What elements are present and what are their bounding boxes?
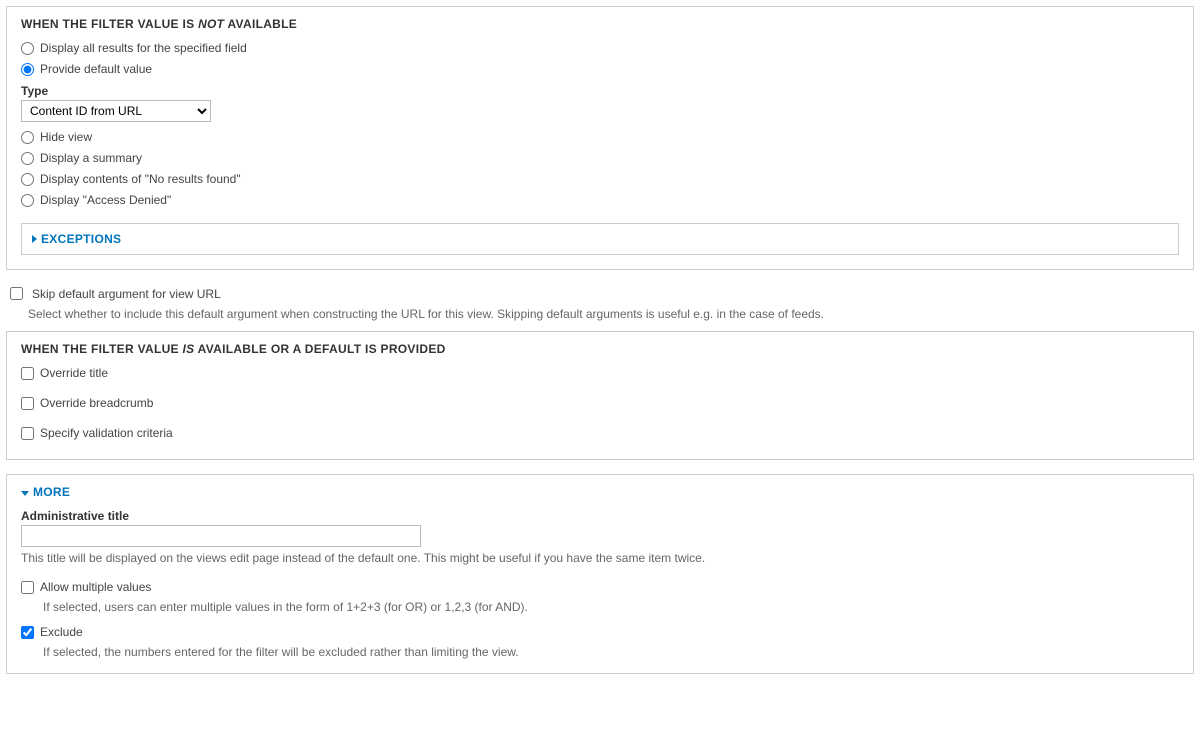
override-breadcrumb-label: Override breadcrumb — [40, 394, 153, 412]
radio-display-noresults-label: Display contents of "No results found" — [40, 170, 241, 188]
radio-provide-default-label: Provide default value — [40, 60, 152, 78]
filter-is-available-panel: WHEN THE FILTER VALUE IS AVAILABLE OR A … — [6, 331, 1194, 460]
allow-multiple-checkbox[interactable] — [21, 581, 34, 594]
radio-hide-view[interactable] — [21, 131, 34, 144]
heading-emphasis: NOT — [198, 17, 224, 31]
override-title-checkbox[interactable] — [21, 367, 34, 380]
override-title-label: Override title — [40, 364, 108, 382]
heading-emphasis: IS — [182, 342, 194, 356]
radio-display-access-denied-label: Display "Access Denied" — [40, 191, 171, 209]
chevron-down-icon — [21, 485, 29, 499]
heading-suffix: AVAILABLE OR A DEFAULT IS PROVIDED — [194, 342, 445, 356]
skip-default-row: Skip default argument for view URL — [6, 284, 1194, 303]
radio-display-all[interactable] — [21, 42, 34, 55]
radio-provide-default[interactable] — [21, 63, 34, 76]
allow-multiple-help: If selected, users can enter multiple va… — [43, 600, 1179, 614]
radio-display-noresults[interactable] — [21, 173, 34, 186]
more-label: MORE — [33, 485, 70, 499]
radio-hide-view-label: Hide view — [40, 128, 92, 146]
admin-title-input[interactable] — [21, 525, 421, 547]
exceptions-fieldset: EXCEPTIONS — [21, 223, 1179, 255]
filter-not-available-panel: WHEN THE FILTER VALUE IS NOT AVAILABLE D… — [6, 6, 1194, 270]
specify-validation-label: Specify validation criteria — [40, 424, 173, 442]
skip-default-label: Skip default argument for view URL — [32, 287, 221, 301]
filter-not-available-heading: WHEN THE FILTER VALUE IS NOT AVAILABLE — [21, 17, 1179, 31]
exclude-help: If selected, the numbers entered for the… — [43, 645, 1179, 659]
radio-display-access-denied[interactable] — [21, 194, 34, 207]
specify-validation-checkbox[interactable] — [21, 427, 34, 440]
type-select[interactable]: Content ID from URL — [21, 100, 211, 122]
admin-title-label: Administrative title — [21, 509, 1179, 523]
radio-display-all-label: Display all results for the specified fi… — [40, 39, 247, 57]
override-breadcrumb-checkbox[interactable] — [21, 397, 34, 410]
radio-display-summary-label: Display a summary — [40, 149, 142, 167]
skip-default-help: Select whether to include this default a… — [28, 307, 1194, 321]
filter-is-available-heading: WHEN THE FILTER VALUE IS AVAILABLE OR A … — [21, 342, 1179, 356]
chevron-right-icon — [32, 232, 37, 246]
more-panel: MORE Administrative title This title wil… — [6, 474, 1194, 674]
exceptions-toggle[interactable]: EXCEPTIONS — [32, 232, 1168, 246]
allow-multiple-label: Allow multiple values — [40, 578, 151, 596]
type-label: Type — [21, 84, 1179, 98]
more-toggle[interactable]: MORE — [21, 485, 1179, 499]
radio-display-summary[interactable] — [21, 152, 34, 165]
heading-prefix: WHEN THE FILTER VALUE IS — [21, 17, 198, 31]
heading-suffix: AVAILABLE — [224, 17, 297, 31]
exceptions-label: EXCEPTIONS — [41, 232, 121, 246]
exclude-label: Exclude — [40, 623, 83, 641]
exclude-checkbox[interactable] — [21, 626, 34, 639]
heading-prefix: WHEN THE FILTER VALUE — [21, 342, 182, 356]
admin-title-help: This title will be displayed on the view… — [21, 551, 1179, 565]
skip-default-checkbox[interactable] — [10, 287, 23, 300]
